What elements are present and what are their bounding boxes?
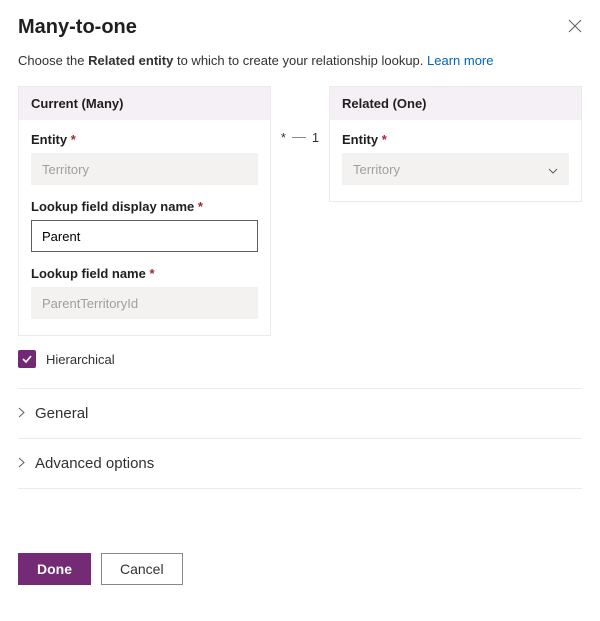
lookup-field-name-input: ParentTerritoryId [31, 287, 258, 319]
close-icon[interactable] [568, 16, 582, 38]
hierarchical-label: Hierarchical [46, 352, 115, 367]
divider [18, 488, 582, 489]
intro-text: Choose the Related entity to which to cr… [18, 53, 582, 68]
lookup-display-name-input[interactable] [31, 220, 258, 252]
lookup-name-label: Lookup field name * [31, 266, 258, 281]
cancel-button[interactable]: Cancel [101, 553, 183, 585]
connector-many: * [281, 130, 286, 145]
current-panel-header: Current (Many) [19, 87, 270, 120]
intro-prefix: Choose the [18, 53, 88, 68]
intro-bold: Related entity [88, 53, 173, 68]
current-panel: Current (Many) Entity * Territory Lookup… [18, 86, 271, 336]
connector-one: 1 [312, 130, 319, 145]
panel-title: Many-to-one [18, 16, 137, 39]
advanced-section-toggle[interactable]: Advanced options [18, 439, 582, 488]
chevron-right-icon [18, 405, 25, 422]
chevron-down-icon [548, 162, 558, 177]
related-entity-label: Entity * [342, 132, 569, 147]
general-section-toggle[interactable]: General [18, 389, 582, 438]
done-button[interactable]: Done [18, 553, 91, 585]
related-entity-value: Territory [353, 162, 400, 177]
hierarchical-checkbox[interactable] [18, 350, 36, 368]
lookup-display-label: Lookup field display name * [31, 199, 258, 214]
related-entity-select[interactable]: Territory [342, 153, 569, 185]
advanced-section-label: Advanced options [35, 455, 154, 472]
related-panel-header: Related (One) [330, 87, 581, 120]
related-panel: Related (One) Entity * Territory [329, 86, 582, 202]
chevron-right-icon [18, 455, 25, 472]
entity-label: Entity * [31, 132, 258, 147]
intro-suffix: to which to create your relationship loo… [173, 53, 427, 68]
general-section-label: General [35, 405, 88, 422]
current-entity-field: Territory [31, 153, 258, 185]
learn-more-link[interactable]: Learn more [427, 53, 493, 68]
relationship-connector: * 1 [271, 86, 329, 145]
